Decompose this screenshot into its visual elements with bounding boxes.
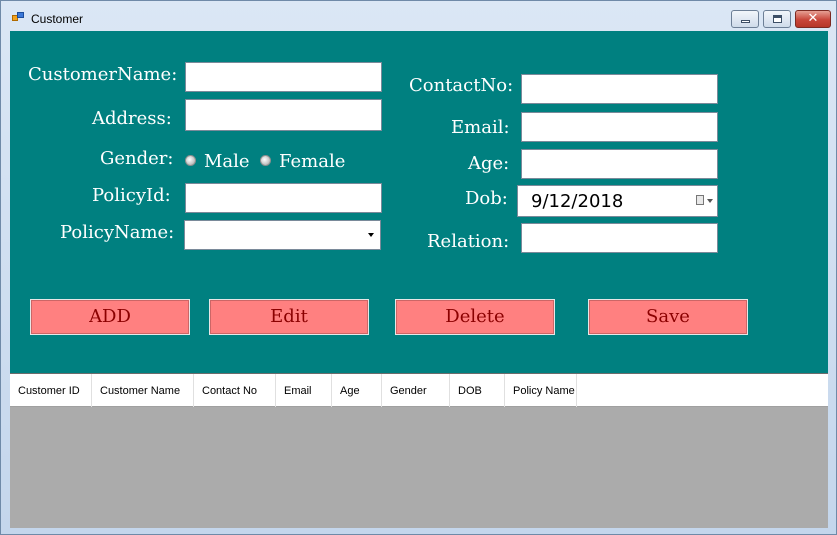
column-header-gender[interactable]: Gender [382,374,450,407]
policy-id-input[interactable] [185,183,382,213]
grid-header-row: Customer ID Customer Name Contact No Ema… [10,373,828,407]
chevron-down-icon[interactable] [707,199,713,203]
email-input[interactable] [521,112,718,142]
maximize-icon [773,15,782,23]
window-title: Customer [31,12,84,26]
form-panel: CustomerName: Address: Gender: Male Fema… [10,31,828,528]
app-icon [12,12,24,22]
age-input[interactable] [521,149,718,179]
column-header-email[interactable]: Email [276,374,332,407]
policy-id-label: PolicyId: [92,185,171,206]
minimize-button[interactable] [731,10,759,28]
add-button[interactable]: ADD [30,299,190,335]
customer-name-input[interactable] [185,62,382,92]
gender-male-radio[interactable] [185,155,196,166]
gender-label: Gender: [100,148,174,169]
age-label: Age: [468,153,510,174]
address-label: Address: [92,108,172,129]
relation-input[interactable] [521,223,718,253]
column-header-dob[interactable]: DOB [450,374,505,407]
relation-label: Relation: [427,231,510,252]
policy-name-label: PolicyName: [60,222,175,243]
column-header-contact-no[interactable]: Contact No [194,374,276,407]
save-button[interactable]: Save [588,299,748,335]
gender-female-label[interactable]: Female [279,151,345,172]
column-header-age[interactable]: Age [332,374,382,407]
title-bar[interactable]: Customer ✕ [1,1,836,31]
dob-value: 9/12/2018 [531,191,624,212]
email-label: Email: [451,117,510,138]
delete-button[interactable]: Delete [395,299,555,335]
dob-datepicker[interactable]: 9/12/2018 [517,185,718,217]
calendar-icon[interactable] [696,195,704,205]
column-header-customer-name[interactable]: Customer Name [92,374,194,407]
contact-no-label: ContactNo: [409,75,514,96]
gender-female-radio[interactable] [260,155,271,166]
close-icon: ✕ [807,11,819,26]
gender-male-label[interactable]: Male [204,151,250,172]
column-header-policy-name[interactable]: Policy Name [505,374,577,407]
customer-name-label: CustomerName: [28,64,178,85]
dob-label: Dob: [465,188,508,209]
minimize-icon [741,20,750,23]
edit-button[interactable]: Edit [209,299,369,335]
contact-no-input[interactable] [521,74,718,104]
maximize-button[interactable] [763,10,791,28]
address-input[interactable] [185,99,382,131]
customer-data-grid[interactable]: Customer ID Customer Name Contact No Ema… [10,373,828,528]
dropdown-arrow-icon[interactable] [368,233,374,237]
customer-window: Customer ✕ CustomerName: Address: Gender… [0,0,837,535]
column-header-customer-id[interactable]: Customer ID [10,374,92,407]
policy-name-combobox[interactable] [184,220,381,250]
close-button[interactable]: ✕ [795,10,831,28]
